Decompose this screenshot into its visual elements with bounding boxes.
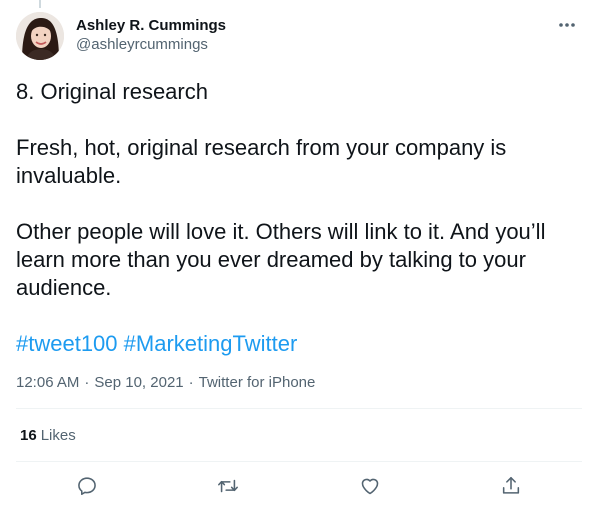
tweet-stats: 16 Likes [16,409,582,461]
tweet-source[interactable]: Twitter for iPhone [199,373,316,393]
tweet-detail: Ashley R. Cummings @ashleyrcummings 8. O… [0,0,598,510]
meta-separator: · [84,374,90,391]
author-names: Ashley R. Cummings @ashleyrcummings [76,12,226,54]
more-horizontal-icon [559,23,575,27]
tweet-heading: 8. Original research [16,79,208,104]
retweet-button[interactable] [208,466,248,506]
tweet-paragraph-2: Other people will love it. Others will l… [16,219,546,300]
tweet-meta: 12:06 AM · Sep 10, 2021 · Twitter for iP… [16,373,582,393]
tweet-hashtags: #tweet100 #MarketingTwitter [16,330,582,358]
tweet-actions [16,462,582,510]
share-button[interactable] [491,466,531,506]
share-icon [503,476,520,494]
author-handle[interactable]: @ashleyrcummings [76,36,226,54]
more-options-button[interactable] [552,10,582,40]
author-display-name[interactable]: Ashley R. Cummings [76,16,226,36]
hashtag-link[interactable]: #MarketingTwitter [124,331,298,356]
reply-icon [77,477,96,496]
profile-photo-icon [16,12,64,60]
hashtag-link[interactable]: #tweet100 [16,331,118,356]
avatar[interactable] [16,12,64,60]
like-button[interactable] [350,466,390,506]
reply-button[interactable] [67,466,107,506]
meta-separator: · [188,374,194,391]
heart-icon [361,478,379,495]
likes-label: Likes [40,426,76,444]
tweet-text: 8. Original research Fresh, hot, origina… [16,78,582,358]
likes-stat[interactable]: 16 Likes [20,427,76,444]
tweet-paragraph-1: Fresh, hot, original research from your … [16,135,507,188]
tweet-time[interactable]: 12:06 AM [16,373,79,393]
likes-count: 16 [20,426,37,444]
tweet-date[interactable]: Sep 10, 2021 [94,373,183,393]
tweet-header: Ashley R. Cummings @ashleyrcummings [16,0,582,64]
retweet-icon [218,479,239,493]
